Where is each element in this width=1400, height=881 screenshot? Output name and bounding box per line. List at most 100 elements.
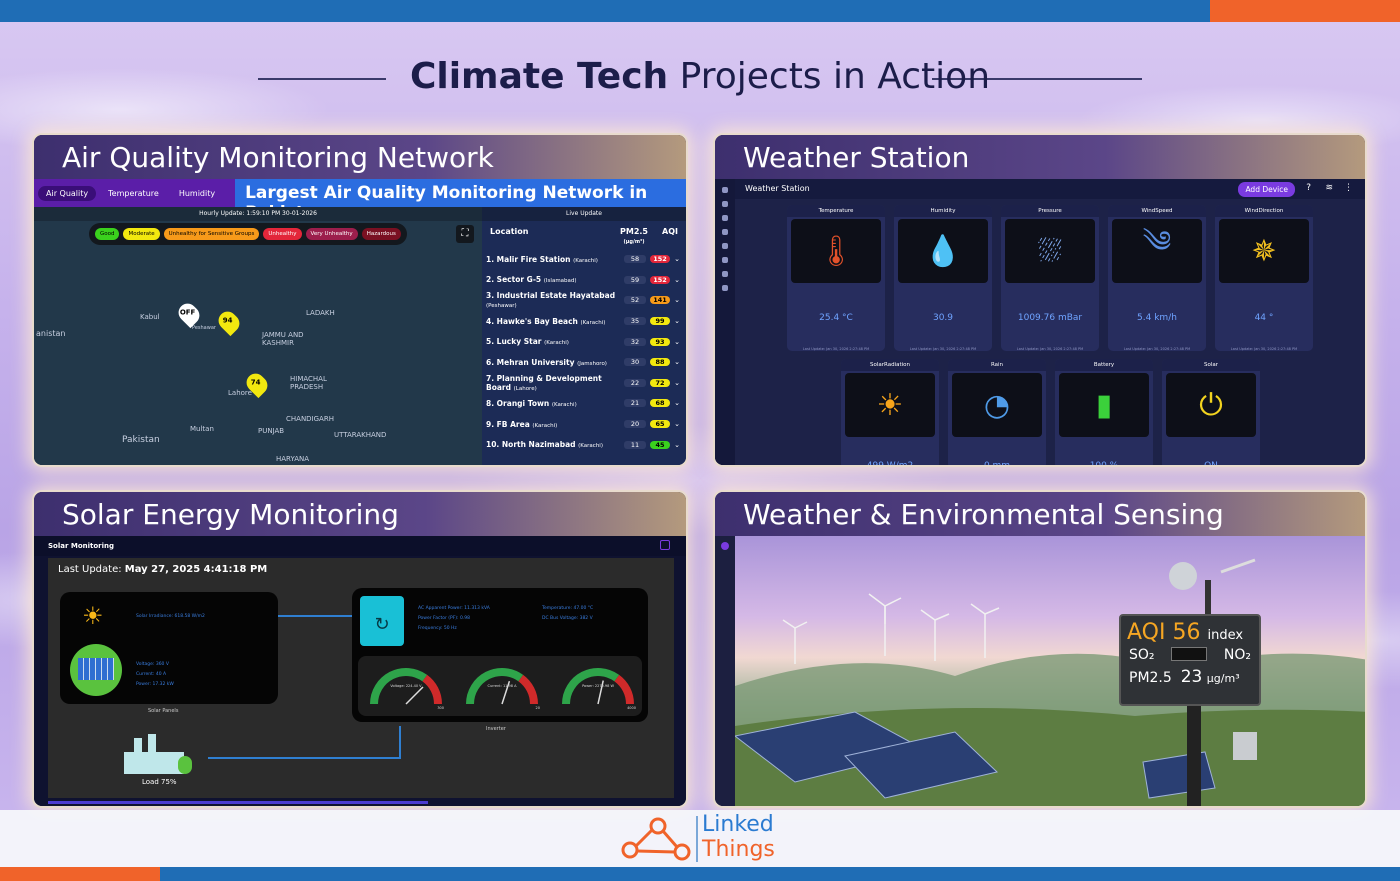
- card-value: 1009.76 mBar: [1017, 313, 1083, 323]
- sidebar-icon[interactable]: [722, 257, 728, 263]
- gauge-label: Power: 2270.98 W: [582, 684, 614, 688]
- chevron-down-icon[interactable]: ⌄: [670, 358, 680, 366]
- station-city: (Karachi): [573, 257, 598, 264]
- pm-value: 23: [1180, 667, 1203, 687]
- chevron-down-icon[interactable]: ⌄: [670, 420, 680, 428]
- pin-label: OFF: [179, 308, 196, 317]
- card-value: 44 °: [1254, 313, 1274, 323]
- sidebar-icon[interactable]: [722, 201, 728, 207]
- sensor-card[interactable]: Pressure ⛆ 1009.76 mBar Last Update: Jan 30…: [1001, 205, 1099, 351]
- table-row[interactable]: 1. Malir Fire Station (Karachi) 58 152 ⌄: [482, 249, 686, 270]
- station-name: 4. Hawke's Bay Beach (Karachi): [486, 317, 624, 326]
- aqi-badge: 141: [650, 296, 670, 305]
- station-label: 2. Sector G-5: [486, 275, 542, 285]
- sensor-card[interactable]: Rain ◔ 0 mm: [948, 359, 1046, 465]
- sidebar-icon[interactable]: [722, 271, 728, 277]
- table-row[interactable]: 5. Lucky Star (Karachi) 32 93 ⌄: [482, 331, 686, 352]
- sidebar-icon[interactable]: [721, 542, 729, 550]
- gauge-needle: [405, 686, 424, 705]
- sensor-card[interactable]: Humidity 💧 30.9 Last Update: Jan 30, 2026 2…: [894, 205, 992, 351]
- station-name: 9. FB Area (Karachi): [486, 420, 624, 429]
- horizontal-scrollbar[interactable]: [48, 801, 428, 804]
- sidebar-icon[interactable]: [722, 285, 728, 291]
- chevron-down-icon[interactable]: ⌄: [670, 296, 680, 304]
- station-label: 4. Hawke's Bay Beach: [486, 316, 578, 326]
- chevron-down-icon[interactable]: ⌄: [670, 399, 680, 407]
- menu-icon[interactable]: ⋮: [1344, 183, 1353, 193]
- legend-item: Unhealthy: [263, 228, 302, 240]
- sidebar-icon[interactable]: [722, 187, 728, 193]
- pm-value: 21: [624, 399, 646, 408]
- card-last-update: Last Update: Jan 30, 2026 2:27:48 PM: [802, 347, 870, 351]
- aqi-label: AQI: [1127, 620, 1166, 645]
- air-quality-title: Air Quality Monitoring Network: [34, 135, 686, 179]
- sensor-card[interactable]: Temperature 🌡 25.4 °C Last Update: Jan 30, …: [787, 205, 885, 351]
- solar-title: Solar Energy Monitoring: [34, 492, 686, 536]
- inverter-dc-voltage: DC Bus Voltage: 382 V: [542, 616, 593, 621]
- station-name: 2. Sector G-5 (Islamabad): [486, 275, 624, 284]
- table-row[interactable]: 10. North Nazimabad (Karachi) 11 45 ⌄: [482, 434, 686, 455]
- top-bar-accent: [1210, 0, 1400, 22]
- card-title: Rain: [948, 359, 1046, 371]
- station-name: 7. Planning & Development Board (Lahore): [486, 374, 624, 392]
- sensor-card[interactable]: WindDirection ✵ 44 ° Last Update: Jan 30, 2…: [1215, 205, 1313, 351]
- tab-air-quality[interactable]: Air Quality: [38, 185, 97, 201]
- aqi-value: 56: [1172, 620, 1201, 645]
- wifi-icon[interactable]: ≋: [1325, 183, 1333, 193]
- legend-item: Hazardous: [361, 228, 401, 240]
- inverter-apparent: AC Apparent Power: 11.313 kVA: [418, 606, 490, 611]
- tab-humidity[interactable]: Humidity: [171, 186, 223, 201]
- page-title-bold: Climate Tech: [409, 56, 669, 97]
- aqi-display: AQI 56 index SO₂ NO₂ PM2.5 23 µg/m³: [1119, 614, 1261, 706]
- add-device-button[interactable]: Add Device: [1238, 182, 1295, 197]
- sensor-card[interactable]: WindSpeed ༄ 5.4 km/h Last Update: Jan 30, 2…: [1108, 205, 1206, 351]
- sensor-card[interactable]: SolarRadiation ☀ 499 W/m2: [841, 359, 939, 465]
- station-rows: 1. Malir Fire Station (Karachi) 58 152 ⌄ 2. …: [482, 249, 686, 455]
- table-row[interactable]: 2. Sector G-5 (Islamabad) 59 152 ⌄: [482, 270, 686, 291]
- panel-power: Power: 17.32 kW: [136, 682, 174, 687]
- page-title-rest: Projects in Action: [679, 56, 991, 97]
- chevron-down-icon[interactable]: ⌄: [670, 255, 680, 263]
- tab-temperature[interactable]: Temperature: [100, 186, 167, 201]
- station-list: Live Update Location PM2.5 (µg/m³) AQI 1.…: [482, 207, 686, 465]
- header-pm: PM2.5 (µg/m³): [616, 227, 652, 245]
- brand-line2: Things: [702, 837, 775, 862]
- chevron-down-icon[interactable]: ⌄: [670, 379, 680, 387]
- table-row[interactable]: 6. Mehran University (Jamshoro) 30 88 ⌄: [482, 352, 686, 373]
- solar-panel: Solar Energy Monitoring Solar Monitoring…: [32, 490, 688, 808]
- aqi-badge: 99: [650, 317, 670, 326]
- table-row[interactable]: 9. FB Area (Karachi) 20 65 ⌄: [482, 414, 686, 435]
- sensor-card[interactable]: Battery ▮ 100 %: [1055, 359, 1153, 467]
- table-row[interactable]: 3. Industrial Estate Hayatabad (Peshawar…: [482, 290, 686, 311]
- chevron-down-icon[interactable]: ⌄: [670, 441, 680, 449]
- pm-value: 58: [624, 255, 646, 264]
- sidebar-icon[interactable]: [722, 229, 728, 235]
- sidebar-icon[interactable]: [722, 243, 728, 249]
- solar-app: Solar Monitoring Last Update: May 27, 20…: [34, 536, 686, 806]
- station-name: 10. North Nazimabad (Karachi): [486, 440, 624, 449]
- table-row[interactable]: 8. Orangi Town (Karachi) 21 68 ⌄: [482, 393, 686, 414]
- air-quality-map[interactable]: Hourly Update: 1:59:10 PM 30-01-2026 Goo…: [34, 207, 482, 465]
- station-label: 1. Malir Fire Station: [486, 254, 571, 264]
- droplet-icon: 💧: [898, 219, 988, 283]
- card-value: 100 %: [1089, 461, 1119, 467]
- map-pin-off[interactable]: OFF: [174, 299, 204, 329]
- gauge-strip: Voltage: 224.40 V 300 Current: 11.98 A 20 Po…: [358, 656, 642, 716]
- map-pin-94[interactable]: 94: [214, 307, 244, 337]
- chevron-down-icon[interactable]: ⌄: [670, 317, 680, 325]
- sidebar-icon[interactable]: [722, 215, 728, 221]
- station-city: (Karachi): [532, 422, 558, 429]
- chevron-down-icon[interactable]: ⌄: [670, 276, 680, 284]
- wind-icon: ༄: [1112, 219, 1202, 283]
- table-row[interactable]: 4. Hawke's Bay Beach (Karachi) 35 99 ⌄: [482, 311, 686, 332]
- gas-readout: SO₂ NO₂: [1121, 645, 1259, 665]
- station-label: 3. Industrial Estate Hayatabad: [486, 291, 616, 301]
- map-label: UTTARAKHAND: [334, 431, 387, 439]
- table-row[interactable]: 7. Planning & Development Board (Lahore)…: [482, 373, 686, 394]
- fullscreen-icon[interactable]: ⛶: [456, 225, 474, 243]
- sensor-card[interactable]: Solar ⏻ ON: [1162, 359, 1260, 465]
- expand-icon[interactable]: [660, 540, 670, 550]
- chevron-down-icon[interactable]: ⌄: [670, 338, 680, 346]
- help-icon[interactable]: ?: [1306, 183, 1311, 193]
- logo-divider: [696, 816, 698, 862]
